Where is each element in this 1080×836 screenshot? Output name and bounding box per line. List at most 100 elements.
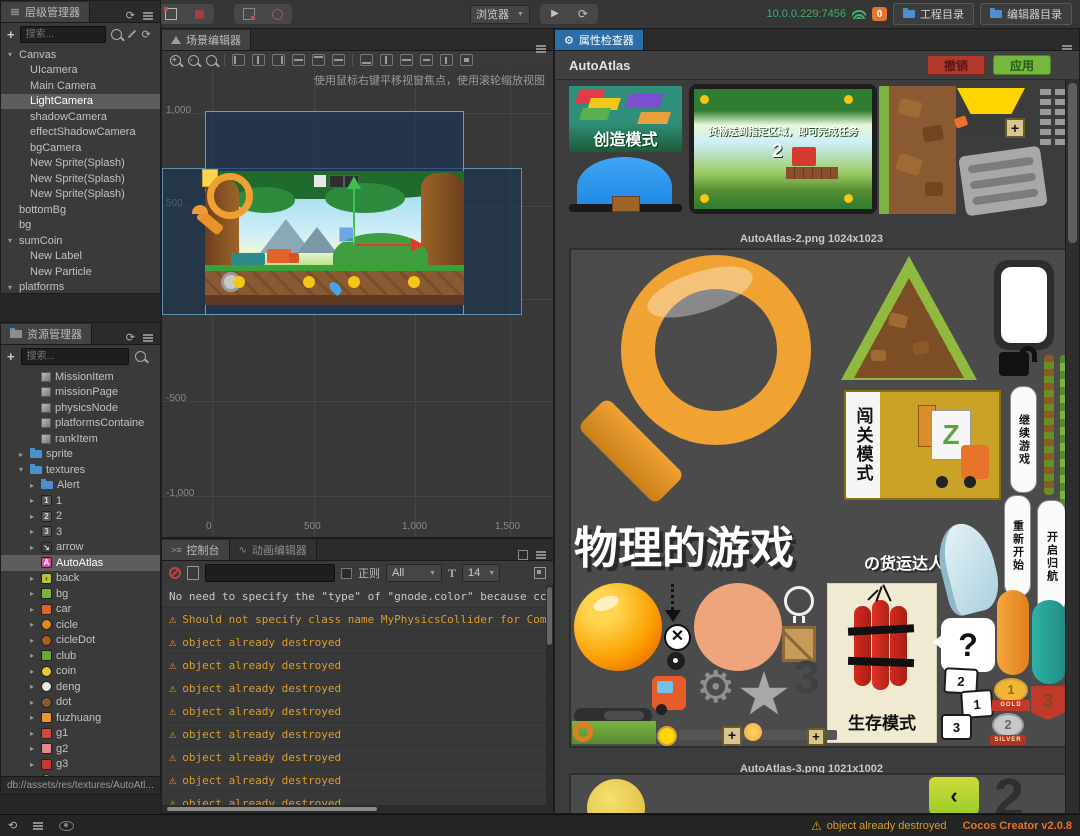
assets-item-arrow[interactable]: ▸↘arrow: [1, 540, 160, 556]
assets-item-rankItem[interactable]: rankItem: [1, 431, 160, 447]
hierarchy-item-Main Camera[interactable]: Main Camera: [1, 78, 160, 94]
caret-right-icon[interactable]: ▸: [27, 698, 37, 707]
hierarchy-item-Canvas[interactable]: ▾Canvas: [1, 47, 160, 63]
assets-item-missionPage[interactable]: missionPage: [1, 385, 160, 401]
align-left-icon[interactable]: [232, 54, 245, 66]
assets-item-platformsContaine[interactable]: platformsContaine: [1, 416, 160, 432]
caret-right-icon[interactable]: ▸: [27, 543, 37, 552]
caret-down-icon[interactable]: ▾: [5, 283, 15, 292]
assets-item-coin[interactable]: ▸coin: [1, 664, 160, 680]
hierarchy-search-input[interactable]: [20, 26, 106, 43]
assets-item-dot[interactable]: ▸dot: [1, 695, 160, 711]
panel-menu-icon[interactable]: [143, 337, 153, 339]
caret-right-icon[interactable]: ▸: [27, 651, 37, 660]
caret-right-icon[interactable]: ▸: [27, 620, 37, 629]
align-middle-icon[interactable]: [332, 54, 345, 66]
hierarchy-item-bottomBg[interactable]: bottomBg: [1, 202, 160, 218]
panel-menu-icon[interactable]: [143, 15, 153, 17]
popout-icon[interactable]: [518, 550, 528, 560]
eye-icon[interactable]: [59, 821, 74, 831]
caret-right-icon[interactable]: ▸: [27, 605, 37, 614]
fit-size-icon[interactable]: [460, 54, 473, 66]
console-vscrollbar[interactable]: [546, 585, 553, 805]
status-warning-text[interactable]: object already destroyed: [827, 820, 947, 832]
caret-right-icon[interactable]: ▸: [16, 450, 26, 459]
font-size-dropdown[interactable]: 14▼: [462, 564, 500, 582]
assets-item-2[interactable]: ▸22: [1, 509, 160, 525]
anchor-mode-button[interactable]: [186, 6, 212, 22]
search-icon[interactable]: [111, 29, 122, 40]
world-coord-button[interactable]: [264, 6, 290, 22]
hierarchy-item-UIcamera[interactable]: UIcamera: [1, 63, 160, 79]
caret-right-icon[interactable]: ▸: [27, 667, 37, 676]
assets-item-textures[interactable]: ▾textures: [1, 462, 160, 478]
play-button[interactable]: ▶: [542, 6, 568, 22]
inspector-scrollbar[interactable]: [1065, 79, 1079, 813]
zoom-reset-icon[interactable]: [206, 55, 217, 66]
assets-item-g2[interactable]: ▸g2: [1, 741, 160, 757]
caret-right-icon[interactable]: ▸: [27, 636, 37, 645]
caret-right-icon[interactable]: ▸: [27, 744, 37, 753]
add-asset-button[interactable]: +: [7, 349, 15, 364]
tab-console[interactable]: >≡ 控制台: [162, 540, 230, 560]
apply-button[interactable]: 应用: [993, 55, 1051, 75]
caret-right-icon[interactable]: ▸: [27, 496, 37, 505]
assets-item-MissionItem[interactable]: MissionItem: [1, 369, 160, 385]
search-icon[interactable]: [135, 351, 146, 362]
hierarchy-item-New Label[interactable]: New Label: [1, 249, 160, 265]
preview-target-dropdown[interactable]: 浏览器▼: [470, 5, 530, 24]
sync-icon[interactable]: ⟲: [8, 819, 17, 832]
assets-item-club[interactable]: ▸club: [1, 648, 160, 664]
space-evenly-icon[interactable]: [400, 54, 413, 66]
caret-right-icon[interactable]: ▸: [27, 713, 37, 722]
tab-scene-editor[interactable]: 场景编辑器: [162, 30, 251, 50]
log-file-icon[interactable]: [187, 566, 199, 580]
zoom-out-icon[interactable]: -: [188, 55, 199, 66]
assets-item-back[interactable]: ▸‹back: [1, 571, 160, 587]
pivot-mode-button[interactable]: [158, 6, 184, 22]
tab-inspector[interactable]: ⚙ 属性检查器: [555, 30, 644, 50]
caret-right-icon[interactable]: ▸: [27, 682, 37, 691]
caret-right-icon[interactable]: ▸: [27, 527, 37, 536]
gizmo-x-arrow[interactable]: [411, 238, 424, 252]
assets-item-3[interactable]: ▸33: [1, 524, 160, 540]
hierarchy-item-platforms[interactable]: ▾platforms: [1, 280, 160, 294]
tab-hierarchy[interactable]: 层级管理器: [1, 2, 90, 22]
caret-down-icon[interactable]: ▾: [16, 465, 26, 474]
caret-down-icon[interactable]: ▾: [5, 50, 15, 59]
assets-item-bg[interactable]: ▸bg: [1, 586, 160, 602]
hierarchy-item-bg[interactable]: bg: [1, 218, 160, 234]
project-dir-button[interactable]: 工程目录: [893, 3, 974, 25]
distribute-v-icon[interactable]: [380, 54, 393, 66]
pick-icon[interactable]: [127, 30, 135, 38]
caret-right-icon[interactable]: ▸: [27, 574, 37, 583]
local-coord-button[interactable]: [236, 6, 262, 22]
assets-item-sprite[interactable]: ▸sprite: [1, 447, 160, 463]
regex-checkbox[interactable]: [341, 568, 352, 579]
caret-right-icon[interactable]: ▸: [27, 589, 37, 598]
gizmo-chip[interactable]: [329, 175, 344, 188]
stretch-h-icon[interactable]: [420, 54, 433, 66]
assets-item-physicsNode[interactable]: physicsNode: [1, 400, 160, 416]
assets-item-AutoAtlas[interactable]: AAutoAtlas: [1, 555, 160, 571]
hierarchy-item-shadowCamera[interactable]: shadowCamera: [1, 109, 160, 125]
hierarchy-item-effectShadowCamera[interactable]: effectShadowCamera: [1, 125, 160, 141]
stretch-v-icon[interactable]: [440, 54, 453, 66]
collapse-logs-icon[interactable]: [534, 567, 546, 579]
hierarchy-item-LightCamera[interactable]: LightCamera: [1, 94, 160, 110]
zoom-in-icon[interactable]: +: [170, 55, 181, 66]
hierarchy-item-New Particle[interactable]: New Particle: [1, 264, 160, 280]
assets-item-1[interactable]: ▸11: [1, 493, 160, 509]
gizmo-y-arrow[interactable]: [347, 176, 361, 189]
add-node-button[interactable]: +: [7, 27, 15, 42]
gizmo-x-axis[interactable]: [355, 244, 412, 246]
align-bottom-icon[interactable]: [360, 54, 373, 66]
log-level-dropdown[interactable]: All▼: [386, 564, 442, 582]
editor-dir-button[interactable]: 编辑器目录: [980, 3, 1072, 25]
assets-item-cicle[interactable]: ▸cicle: [1, 617, 160, 633]
panel-menu-icon[interactable]: [1062, 48, 1072, 50]
refresh-icon[interactable]: ⟳: [126, 9, 135, 22]
hierarchy-item-New Sprite(Splash)[interactable]: New Sprite(Splash): [1, 156, 160, 172]
hierarchy-item-sumCoin[interactable]: ▾sumCoin: [1, 233, 160, 249]
assets-search-input[interactable]: [21, 348, 129, 365]
